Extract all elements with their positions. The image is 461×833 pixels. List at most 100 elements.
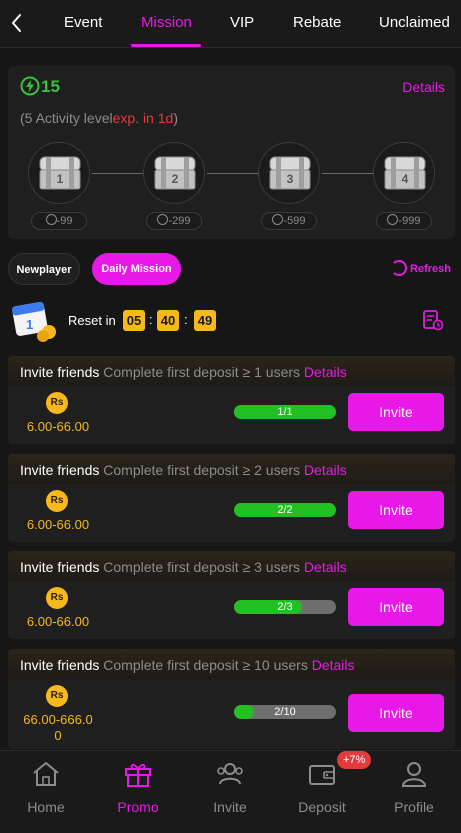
mission-header: Invite friends Complete first deposit ≥ … (8, 551, 455, 581)
invite-button[interactable]: Invite (348, 694, 444, 732)
activity-level-text: (5 Activity levelexp. in 1d) (20, 110, 178, 126)
back-arrow-icon[interactable] (6, 10, 28, 36)
record-list-icon[interactable] (422, 309, 444, 331)
progress-text: 2/2 (277, 504, 293, 516)
chest-arrow (207, 170, 264, 176)
chest-number: 1 (56, 172, 64, 186)
invite-button[interactable]: Invite (348, 491, 444, 529)
lightning-icon (45, 214, 57, 225)
tab-vip[interactable]: VIP (230, 14, 254, 31)
deposit-bonus-badge: +7% (337, 751, 372, 769)
reward-amount: 6.00-66.00 (26, 614, 90, 629)
time-separator: : (149, 312, 153, 327)
rupee-coin-icon: Rs (46, 490, 68, 512)
progress-text: 1/1 (277, 406, 293, 418)
nav-label: Profile (394, 799, 434, 815)
bottom-navigation: Home Promo Invite Deposit Profile +7% (0, 750, 461, 833)
activity-level-card: 15 Details (5 Activity levelexp. in 1d) … (8, 66, 455, 239)
mission-header: Invite friends Complete first deposit ≥ … (8, 356, 455, 386)
rupee-coin-icon: Rs (46, 685, 68, 707)
invite-icon (217, 763, 243, 785)
reset-minutes: 40 (157, 310, 179, 331)
top-tab-bar: Event Mission VIP Rebate Unclaimed (0, 0, 461, 48)
nav-profile[interactable]: Profile (368, 751, 460, 833)
mission-details-link[interactable]: Details (312, 657, 355, 673)
nav-invite[interactable]: Invite (184, 751, 276, 833)
reset-hours: 05 (123, 310, 145, 331)
mission-card: Invite friends Complete first deposit ≥ … (8, 356, 455, 444)
mission-body: Rs 66.00-666.0 0 2/10 Invite (8, 679, 455, 749)
gift-icon (125, 763, 151, 787)
nav-home[interactable]: Home (0, 751, 92, 833)
reward-amount: 6.00-66.00 (26, 517, 90, 532)
chest-cost: -299 (146, 212, 202, 230)
mission-body: Rs 6.00-66.00 2/3 Invite (8, 581, 455, 639)
tab-event[interactable]: Event (64, 14, 102, 31)
rupee-coin-icon: Rs (46, 587, 68, 609)
nav-label: Deposit (298, 799, 346, 815)
chest-number: 4 (401, 172, 409, 186)
svg-text:1: 1 (26, 317, 33, 332)
details-link[interactable]: Details (402, 79, 445, 95)
nav-label: Promo (117, 799, 159, 815)
lightning-icon (157, 214, 169, 225)
chest-cost: -99 (31, 212, 87, 230)
refresh-icon (391, 260, 408, 276)
mission-card: Invite friends Complete first deposit ≥ … (8, 454, 455, 542)
mission-description: Complete first deposit ≥ 10 users (103, 657, 308, 673)
invite-button[interactable]: Invite (348, 393, 444, 431)
tab-unclaimed[interactable]: Unclaimed (379, 14, 450, 31)
reward-amount: 6.00-66.00 (26, 419, 90, 434)
newplayer-button[interactable]: Newplayer (8, 253, 80, 285)
active-tab-indicator (131, 44, 201, 47)
progress-bar: 1/1 (234, 405, 336, 419)
chest-arrow (92, 170, 149, 176)
mission-details-link[interactable]: Details (304, 559, 347, 575)
refresh-button[interactable]: Refresh (391, 260, 451, 276)
nav-label: Home (27, 799, 65, 815)
lightning-icon (20, 76, 40, 96)
mission-card: Invite friends Complete first deposit ≥ … (8, 649, 455, 749)
mission-details-link[interactable]: Details (304, 462, 347, 478)
lightning-icon (272, 214, 284, 225)
invite-button[interactable]: Invite (348, 588, 444, 626)
progress-bar: 2/10 (234, 705, 336, 719)
mission-body: Rs 6.00-66.00 2/2 Invite (8, 484, 455, 542)
chest-number: 2 (171, 172, 179, 186)
chest-cost: -599 (261, 212, 317, 230)
profile-icon (401, 762, 427, 787)
rupee-coin-icon: Rs (46, 392, 68, 414)
wallet-icon (309, 765, 335, 785)
chest-2[interactable]: 2 (143, 142, 205, 204)
nav-label: Invite (213, 799, 247, 815)
mission-description: Complete first deposit ≥ 1 users (103, 364, 301, 380)
chest-4[interactable]: 4 (373, 142, 435, 204)
chest-1[interactable]: 1 (28, 142, 90, 204)
mission-title: Invite friends (20, 559, 100, 575)
time-separator: : (184, 312, 188, 327)
lightning-icon (387, 214, 399, 225)
chest-3[interactable]: 3 (258, 142, 320, 204)
progress-text: 2/10 (274, 706, 296, 718)
progress-bar: 2/2 (234, 503, 336, 517)
activity-points: 15 (41, 77, 60, 96)
reward-amount: 66.00-666.0 0 (23, 712, 93, 743)
tab-mission[interactable]: Mission (141, 14, 192, 31)
daily-mission-button[interactable]: Daily Mission (92, 253, 181, 285)
mission-card: Invite friends Complete first deposit ≥ … (8, 551, 455, 639)
chest-cost: -999 (376, 212, 432, 230)
mission-header: Invite friends Complete first deposit ≥ … (8, 454, 455, 484)
home-icon (33, 762, 59, 786)
mission-description: Complete first deposit ≥ 2 users (103, 462, 301, 478)
reset-seconds: 49 (194, 310, 216, 331)
chest-number: 3 (286, 172, 294, 186)
tab-rebate[interactable]: Rebate (293, 14, 341, 31)
mission-body: Rs 6.00-66.00 1/1 Invite (8, 386, 455, 444)
progress-bar: 2/3 (234, 600, 336, 614)
mission-details-link[interactable]: Details (304, 364, 347, 380)
mission-description: Complete first deposit ≥ 3 users (103, 559, 301, 575)
mission-title: Invite friends (20, 462, 100, 478)
progress-text: 2/3 (277, 601, 293, 613)
nav-promo[interactable]: Promo (92, 751, 184, 833)
chest-arrow (322, 170, 379, 176)
